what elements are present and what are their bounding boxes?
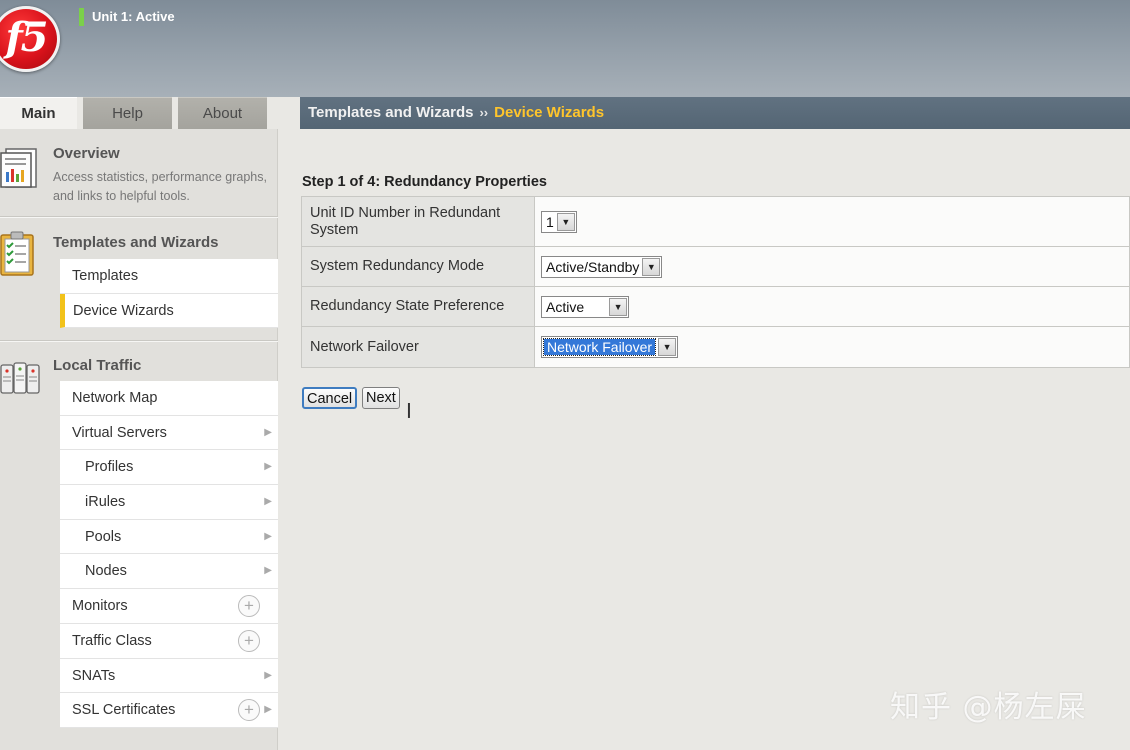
chevron-right-icon: ▶ <box>264 496 272 508</box>
main-tabs: Main Help About <box>0 97 278 129</box>
step-title: Step 1 of 4: Redundancy Properties <box>302 174 547 190</box>
unit-id-select[interactable]: 1 ▼ <box>541 210 577 233</box>
sidebar-item-network-map[interactable]: Network Map <box>60 381 278 416</box>
sidebar-item-virtual-servers[interactable]: Virtual Servers ▶ <box>60 415 278 451</box>
field-value-cell: 1 ▼ <box>534 196 1130 247</box>
chevron-right-icon: ▶ <box>264 669 272 681</box>
add-circle-icon[interactable]: + <box>238 595 260 618</box>
add-circle-icon[interactable]: + <box>238 629 260 652</box>
sidebar-item-label: SSL Certificates <box>72 702 176 719</box>
sidebar-section-title: Local Traffic <box>53 357 142 374</box>
dropdown-arrow-icon: ▼ <box>658 338 677 356</box>
sidebar-item-label: Virtual Servers <box>72 424 167 441</box>
field-value-cell: Active/Standby ▼ <box>534 246 1130 287</box>
sidebar-item-profiles[interactable]: Profiles ▶ <box>60 450 278 486</box>
sidebar-item-irules[interactable]: iRules ▶ <box>60 485 278 520</box>
breadcrumb-separator: ›› <box>479 105 489 120</box>
text-cursor-icon: Ι <box>406 399 412 423</box>
tab-about[interactable]: About <box>178 97 267 129</box>
watermark: 知乎 @杨左屎 <box>890 690 1087 725</box>
chevron-right-icon: ▶ <box>264 461 272 473</box>
sidebar-item-label: Network Map <box>72 390 158 406</box>
sidebar-section-description: Access statistics, performance graphs, a… <box>53 170 267 203</box>
sidebar-item-traffic-class[interactable]: Traffic Class + <box>60 623 278 659</box>
sidebar: Overview Access statistics, performance … <box>0 129 278 750</box>
overview-report-icon <box>0 145 40 192</box>
breadcrumb: Templates and Wizards ›› Device Wizards <box>300 97 1130 129</box>
field-value-cell: Active ▼ <box>534 286 1130 327</box>
form-row: Redundancy State Preference Active ▼ <box>301 286 1130 327</box>
unit-status-label: Unit 1: Active <box>79 8 175 26</box>
tab-main[interactable]: Main <box>0 97 77 129</box>
select-value: 1 <box>546 213 554 230</box>
state-preference-select[interactable]: Active ▼ <box>541 295 630 318</box>
sidebar-item-label: Pools <box>85 528 122 545</box>
sidebar-section-title: Overview <box>53 145 120 162</box>
chevron-right-icon: ▶ <box>264 565 272 577</box>
cancel-button[interactable]: Cancel <box>302 387 358 409</box>
local-traffic-menu: Network Map Virtual Servers ▶ Profiles ▶… <box>60 381 278 728</box>
templates-wizards-menu: Templates Device Wizards <box>60 259 278 329</box>
select-value: Active <box>546 298 585 315</box>
next-button[interactable]: Next <box>362 387 400 409</box>
sidebar-item-snats[interactable]: SNATs ▶ <box>60 658 278 694</box>
breadcrumb-current: Device Wizards <box>494 104 605 121</box>
dropdown-arrow-icon: ▼ <box>556 212 575 231</box>
servers-icon <box>0 361 40 400</box>
sidebar-item-monitors[interactable]: Monitors + <box>60 589 278 624</box>
header-banner: f5 Unit 1: Active <box>0 0 1130 97</box>
sidebar-section-templates-wizards[interactable]: Templates and Wizards <box>0 219 278 276</box>
sidebar-item-label: iRules <box>85 494 126 511</box>
field-value-cell: Network Failover ▼ <box>534 326 1130 368</box>
network-failover-select[interactable]: Network Failover ▼ <box>541 336 679 358</box>
field-label: Network Failover <box>301 326 535 368</box>
add-circle-icon[interactable]: + <box>238 699 260 722</box>
field-label: Redundancy State Preference <box>301 286 535 327</box>
select-value: Network Failover <box>542 338 657 356</box>
redundancy-properties-form: Unit ID Number in Redundant System 1 ▼ S… <box>301 196 1130 368</box>
sidebar-item-nodes[interactable]: Nodes ▶ <box>60 554 278 590</box>
field-label: Unit ID Number in Redundant System <box>301 196 535 247</box>
sidebar-item-label: Profiles <box>85 459 134 476</box>
sidebar-section-local-traffic[interactable]: Local Traffic <box>0 343 278 394</box>
form-row: Unit ID Number in Redundant System 1 ▼ <box>301 196 1130 247</box>
chevron-right-icon: ▶ <box>264 704 272 716</box>
sidebar-item-pools[interactable]: Pools ▶ <box>60 519 278 555</box>
dropdown-arrow-icon: ▼ <box>642 257 661 276</box>
dropdown-arrow-icon: ▼ <box>609 297 628 316</box>
form-row: System Redundancy Mode Active/Standby ▼ <box>301 246 1130 287</box>
sidebar-item-label: Traffic Class <box>72 632 152 649</box>
sidebar-divider <box>0 216 278 218</box>
sidebar-item-templates[interactable]: Templates <box>60 259 278 294</box>
main-content: Step 1 of 4: Redundancy Properties Unit … <box>279 129 1130 750</box>
chevron-right-icon: ▶ <box>264 530 272 542</box>
sidebar-section-title: Templates and Wizards <box>53 234 219 251</box>
sidebar-section-overview[interactable]: Overview Access statistics, performance … <box>0 129 278 217</box>
sidebar-item-device-wizards[interactable]: Device Wizards <box>60 293 278 329</box>
sidebar-item-label: Device Wizards <box>73 302 174 319</box>
select-value: Active/Standby <box>546 258 640 275</box>
sidebar-item-label: Nodes <box>85 563 127 580</box>
chevron-right-icon: ▶ <box>264 426 272 438</box>
form-row: Network Failover Network Failover ▼ <box>301 326 1130 368</box>
sidebar-item-label: SNATs <box>72 667 116 684</box>
redundancy-mode-select[interactable]: Active/Standby ▼ <box>541 255 663 278</box>
f5-logo: f5 <box>0 6 60 72</box>
clipboard-checklist-icon <box>0 229 38 282</box>
breadcrumb-parent[interactable]: Templates and Wizards <box>308 104 473 121</box>
tab-help[interactable]: Help <box>83 97 172 129</box>
sidebar-item-label: Templates <box>72 268 139 284</box>
sidebar-item-ssl-certificates[interactable]: SSL Certificates + ▶ <box>60 693 278 728</box>
sidebar-divider <box>0 340 278 342</box>
field-label: System Redundancy Mode <box>301 246 535 287</box>
sidebar-item-label: Monitors <box>72 598 128 615</box>
